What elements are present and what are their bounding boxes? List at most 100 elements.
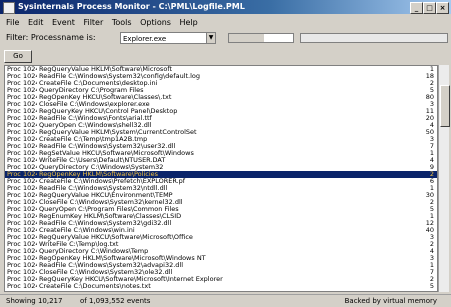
cell-c1: Proc 1024 <box>7 283 37 290</box>
cell-c1: Proc 1024 <box>7 122 37 129</box>
list-row[interactable]: Proc 1024 QueryDirectory C:\Windows\Syste… <box>5 164 437 171</box>
menu-item-event[interactable]: Event <box>52 18 75 27</box>
cell-c2: QueryDirectory C:\Windows\Temp <box>39 248 149 255</box>
cell-c1: Proc 1024 <box>7 80 37 87</box>
list-row[interactable]: Proc 1024 QueryOpen C:\Program Files\Comm… <box>5 206 437 213</box>
list-row[interactable]: Proc 1024 CreateFile C:\Windows\Prefetch\… <box>5 178 437 185</box>
list-row[interactable]: Proc 1024 RegQueryValue HKCU\Environment\… <box>5 192 437 199</box>
cell-c2: RegOpenKey HKLM\Software\Policies <box>39 171 159 178</box>
list-row[interactable]: Proc 1024 CloseFile C:\Windows\System32\k… <box>5 199 437 206</box>
cell-c1: Proc 1024 <box>7 185 37 192</box>
list-row[interactable]: Proc 1024 ReadFile C:\Windows\System32\us… <box>5 143 437 150</box>
filter-input[interactable]: Explorer.exe <box>120 32 216 44</box>
scrollbar-thumb[interactable] <box>440 85 450 127</box>
cell-c1: Proc 1024 <box>7 220 37 227</box>
dropdown-arrow-icon[interactable]: ▼ <box>206 32 216 44</box>
cell-c1: Proc 1024 <box>7 108 37 115</box>
list-row[interactable]: Proc 1024 RegEnumKey HKLM\Software\Classe… <box>5 213 437 220</box>
list-row[interactable]: Proc 1024 RegQueryKey HKCU\Software\Micro… <box>5 276 437 283</box>
list-row[interactable]: Proc 1024 RegSetValue HKCU\Software\Micro… <box>5 150 437 157</box>
cell-c1: Proc 1024 <box>7 199 37 206</box>
status-memory: Backed by virtual memory <box>344 297 437 305</box>
cell-c2: ReadFile C:\Windows\System32\advapi32.dl… <box>39 262 184 269</box>
cell-c1: Proc 1024 <box>7 178 37 185</box>
cell-c2: QueryDirectory C:\Program Files <box>39 87 144 94</box>
cell-c2: CloseFile C:\Windows\explorer.exe <box>39 101 150 108</box>
cell-c1: Proc 1024 <box>7 157 37 164</box>
cell-c1: Proc 1024 <box>7 115 37 122</box>
cell-c1: Proc 1024 <box>7 262 37 269</box>
app-icon <box>3 2 15 14</box>
cell-c2: CreateFile C:\Documents\desktop.ini <box>39 80 158 87</box>
cell-c1: Proc 1024 <box>7 276 37 283</box>
vertical-scrollbar[interactable] <box>438 65 450 292</box>
list-row[interactable]: Proc 1024 CloseFile C:\Windows\explorer.e… <box>5 101 437 108</box>
cell-c2: CreateFile C:\Windows\win.ini <box>39 227 135 234</box>
menu-item-help[interactable]: Help <box>180 18 198 27</box>
list-row[interactable]: Proc 1024 QueryOpen C:\Windows\shell32.dl… <box>5 122 437 129</box>
list-row[interactable]: Proc 1024 RegOpenKey HKLM\Software\Micros… <box>5 255 437 262</box>
menu-item-file[interactable]: File <box>6 18 19 27</box>
list-row[interactable]: Proc 1024 RegQueryValue HKLM\System\Curre… <box>5 129 437 136</box>
cell-c2: QueryDirectory C:\Windows\System32 <box>39 164 164 171</box>
cell-c1: Proc 1024 <box>7 129 37 136</box>
cell-c2: CreateFile C:\Temp\tmp1A2B.tmp <box>39 136 148 143</box>
list-row[interactable]: Proc 1024 QueryDirectory C:\Windows\Temp 4 <box>5 248 437 255</box>
cell-c3: 5 <box>429 282 434 290</box>
cell-c2: RegQueryKey HKCU\Software\Microsoft\Inte… <box>39 276 223 283</box>
list-row[interactable]: Proc 1024 QueryDirectory C:\Program Files… <box>5 87 437 94</box>
cell-c2: RegQueryValue HKLM\Software\Microsoft <box>39 66 173 73</box>
list-row[interactable]: Proc 1024 CreateFile C:\Documents\desktop… <box>5 80 437 87</box>
list-row[interactable]: Proc 1024 WriteFile C:\Users\Default\NTUS… <box>5 157 437 164</box>
cell-c2: RegSetValue HKCU\Software\Microsoft\Wind… <box>39 150 194 157</box>
window-title: Sysinternals Process Monitor - C:\PML\Lo… <box>18 2 245 11</box>
close-icon[interactable]: × <box>436 2 449 14</box>
status-bar: Showing 10,217 of 1,093,552 events Backe… <box>0 294 451 307</box>
list-row[interactable]: Proc 1024 RegOpenKey HKCU\Software\Classe… <box>5 94 437 101</box>
cell-c1: Proc 1024 <box>7 241 37 248</box>
title-bar[interactable]: Sysinternals Process Monitor - C:\PML\Lo… <box>0 0 451 14</box>
list-row[interactable]: Proc 1024 RegQueryKey HKCU\Control Panel\… <box>5 108 437 115</box>
cell-c2: CloseFile C:\Windows\System32\ole32.dll <box>39 269 173 276</box>
list-row[interactable]: Proc 1024 CreateFile C:\Documents\notes.t… <box>5 283 437 290</box>
cell-c2: RegQueryValue HKCU\Software\Microsoft\Of… <box>39 234 193 241</box>
toolbar: Filter: Processname is: Explorer.exe ▼ <box>0 31 451 47</box>
cell-c2: WriteFile C:\Users\Default\NTUSER.DAT <box>39 157 166 164</box>
go-button[interactable]: Go <box>4 50 32 63</box>
filter-label: Filter: Processname is: <box>6 33 96 42</box>
list-row[interactable]: Proc 1024 ReadFile C:\Windows\System32\nt… <box>5 185 437 192</box>
cell-c1: Proc 1024 <box>7 164 37 171</box>
menu-item-options[interactable]: Options <box>140 18 171 27</box>
slider-track[interactable] <box>300 33 448 43</box>
list-row[interactable]: Proc 1024 ReadFile C:\Windows\System32\ad… <box>5 262 437 269</box>
cell-c2: CreateFile C:\Windows\Prefetch\EXPLORER.… <box>39 178 186 185</box>
menu-item-tools[interactable]: Tools <box>112 18 132 27</box>
menu-item-edit[interactable]: Edit <box>28 18 44 27</box>
list-row[interactable]: Proc 1024 CreateFile C:\Windows\win.ini 40 <box>5 227 437 234</box>
progress-bar <box>228 33 294 43</box>
cell-c1: Proc 1024 <box>7 255 37 262</box>
list-row[interactable]: Proc 1024 ReadFile C:\Windows\Fonts\arial… <box>5 115 437 122</box>
maximize-icon[interactable]: □ <box>423 2 436 14</box>
list-row[interactable]: Proc 1024 RegQueryValue HKCU\Software\Mic… <box>5 234 437 241</box>
list-row[interactable]: Proc 1024 WriteFile C:\Temp\log.txt 2 <box>5 241 437 248</box>
cell-c2: ReadFile C:\Windows\System32\gdi32.dll <box>39 220 172 227</box>
cell-c1: Proc 1024 <box>7 150 37 157</box>
cell-c1: Proc 1024 <box>7 73 37 80</box>
cell-c2: RegEnumKey HKLM\Software\Classes\CLSID <box>39 213 182 220</box>
list-row[interactable]: Proc 1024 ReadFile C:\Windows\System32\gd… <box>5 220 437 227</box>
list-row[interactable]: Proc 1024 CloseFile C:\Windows\System32\o… <box>5 269 437 276</box>
cell-c2: ReadFile C:\Windows\Fonts\arial.ttf <box>39 115 152 122</box>
list-row[interactable]: Proc 1024 RegQueryValue HKLM\Software\Mic… <box>5 66 437 73</box>
menu-item-filter[interactable]: Filter <box>83 18 103 27</box>
event-list[interactable]: Proc 1024 RegQueryValue HKLM\Software\Mic… <box>4 65 438 292</box>
list-row[interactable]: Proc 1024 ReadFile C:\Windows\System32\co… <box>5 73 437 80</box>
minimize-icon[interactable]: _ <box>410 2 423 14</box>
list-row[interactable]: Proc 1024 CreateFile C:\Temp\tmp1A2B.tmp 3 <box>5 136 437 143</box>
status-count: Showing 10,217 <box>6 297 63 305</box>
cell-c1: Proc 1024 <box>7 101 37 108</box>
cell-c1: Proc 1024 <box>7 87 37 94</box>
list-row[interactable]: Proc 1024 RegOpenKey HKLM\Software\Polici… <box>5 171 437 178</box>
menu-bar: File Edit Event Filter Tools Options Hel… <box>0 16 451 29</box>
cell-c2: RegOpenKey HKCU\Software\Classes\.txt <box>39 94 172 101</box>
